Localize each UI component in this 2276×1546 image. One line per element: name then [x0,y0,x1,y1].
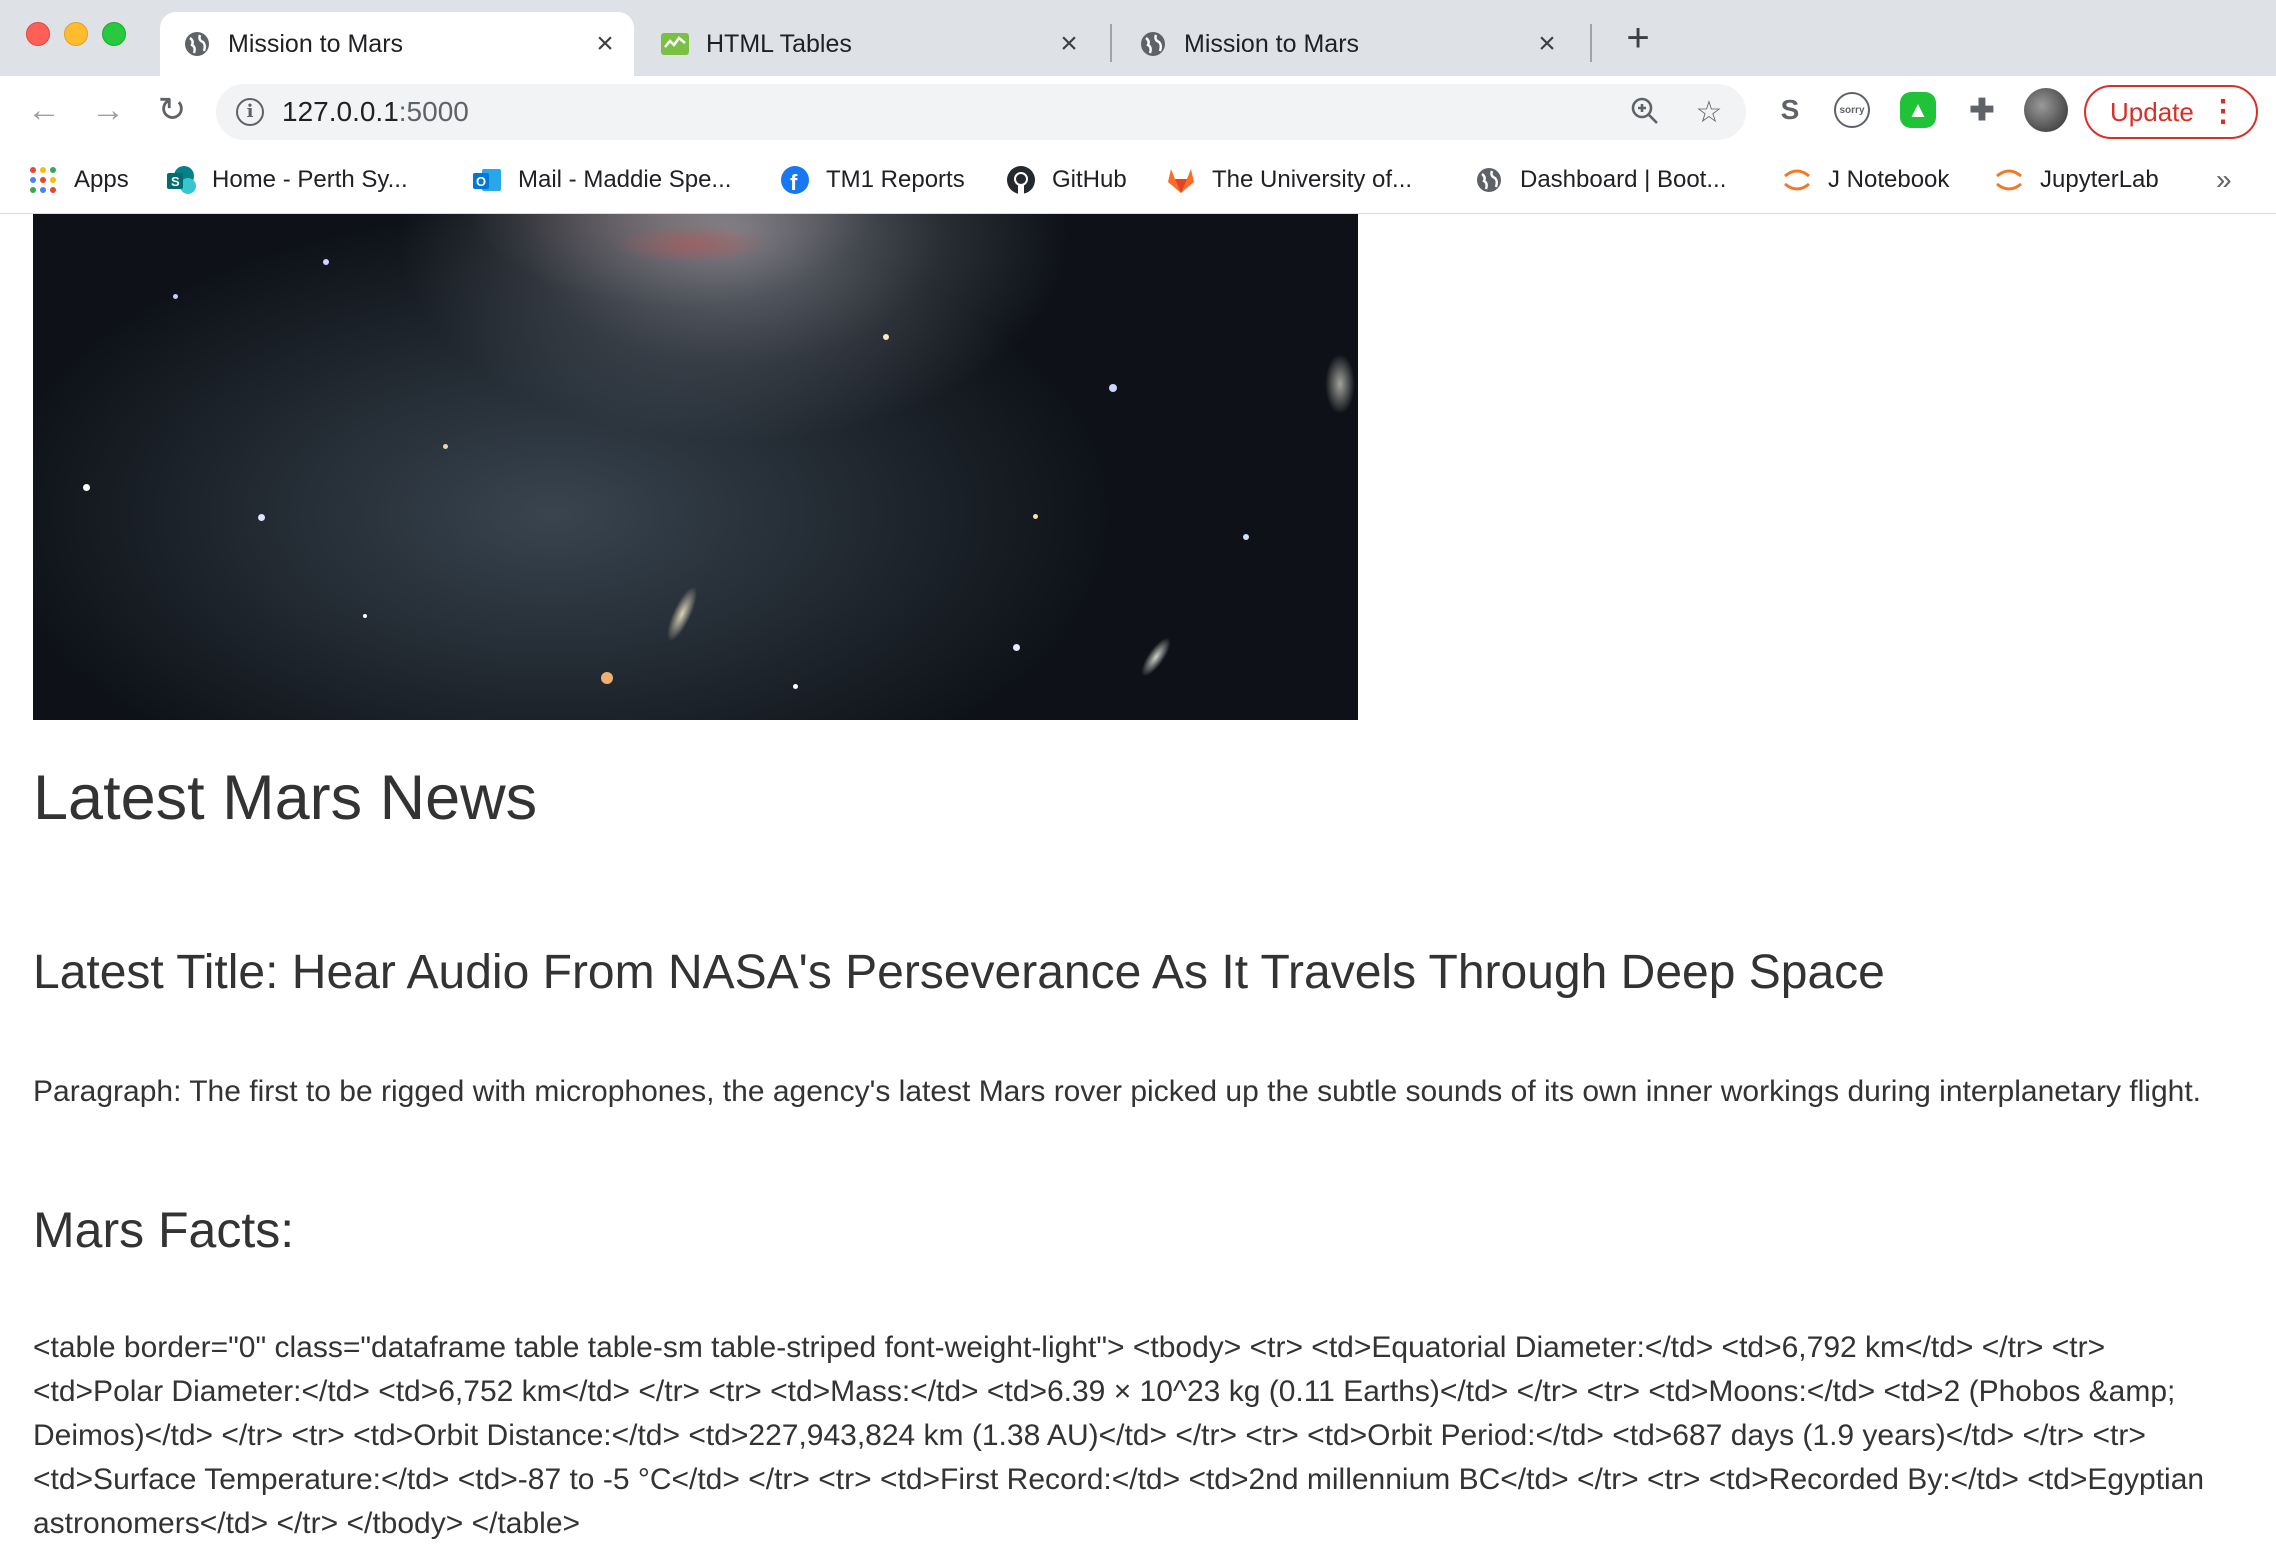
globe-icon [182,29,212,59]
close-tab-icon[interactable]: × [1532,29,1562,59]
tab-strip: Mission to Mars × HTML Tables × Mission … [0,0,2276,76]
address-bar[interactable]: i 127.0.0.1:5000 ☆ [216,84,1746,140]
url-text[interactable]: 127.0.0.1:5000 [282,96,469,128]
close-window-button[interactable] [26,22,50,46]
bookmarks-bar: Apps S Home - Perth Sy... O Mail - Maddi… [0,146,2276,214]
tab-html-tables[interactable]: HTML Tables × [638,12,1098,76]
news-heading: Latest Mars News [33,763,538,833]
bookmark-home-perth[interactable]: S Home - Perth Sy... [166,160,408,200]
update-button[interactable]: Update ⋮ [2084,85,2258,139]
svg-text:O: O [476,174,486,189]
globe-icon [1474,165,1504,195]
sorry-extension-icon[interactable]: sorry [1834,92,1870,128]
forward-arrow-icon[interactable]: → [88,90,128,130]
featured-space-image [33,214,1358,720]
new-tab-button[interactable]: + [1618,18,1658,58]
green-extension-icon[interactable]: ▲ [1900,92,1936,128]
bookmark-star-icon[interactable]: ☆ [1692,96,1726,130]
facebook-icon: f [780,165,810,195]
news-paragraph: Paragraph: The first to be rigged with m… [33,1075,2201,1108]
menu-dots-icon: ⋮ [2208,95,2238,128]
bookmark-university[interactable]: The University of... [1166,160,1412,200]
tab-title: Mission to Mars [1184,29,1360,58]
back-arrow-icon[interactable]: ← [24,90,64,130]
bookmark-mail[interactable]: O Mail - Maddie Spe... [472,160,731,200]
svg-text:f: f [790,170,798,195]
tab-mission-to-mars-2[interactable]: Mission to Mars × [1116,12,1576,76]
minimize-window-button[interactable] [64,22,88,46]
tab-title: Mission to Mars [228,29,404,58]
bookmark-dashboard[interactable]: Dashboard | Boot... [1474,160,1726,200]
bookmark-tm1-reports[interactable]: f TM1 Reports [780,160,965,200]
mars-facts-raw-table-html: <table border="0" class="dataframe table… [33,1331,2205,1540]
tab-separator [1590,24,1592,62]
globe-icon [1138,29,1168,59]
jupyter-icon [1782,165,1812,195]
github-icon [1006,165,1036,195]
page-content: Latest Mars News Latest Title: Hear Audi… [0,214,2276,1546]
html-tables-icon [660,29,690,59]
maximize-window-button[interactable] [102,22,126,46]
bookmark-apps[interactable]: Apps [28,160,129,200]
tab-title: HTML Tables [706,29,852,58]
outlook-icon: O [472,165,502,195]
reload-icon[interactable]: ↻ [152,90,192,130]
bookmark-github[interactable]: GitHub [1006,160,1127,200]
browser-chrome: Mission to Mars × HTML Tables × Mission … [0,0,2276,214]
svg-text:S: S [171,174,180,189]
tab-mission-to-mars[interactable]: Mission to Mars × [160,12,634,76]
close-tab-icon[interactable]: × [1054,29,1084,59]
bookmark-j-notebook[interactable]: J Notebook [1782,160,1949,200]
s-extension-icon[interactable]: S [1772,92,1808,128]
site-info-icon[interactable]: i [236,98,264,126]
profile-avatar[interactable] [2024,88,2068,132]
bookmarks-overflow-chevron-icon[interactable]: » [2216,164,2232,196]
extensions-puzzle-icon[interactable]: ✚ [1964,92,2000,128]
mars-facts-heading: Mars Facts: [33,1202,295,1258]
apps-grid-icon [28,165,58,195]
close-tab-icon[interactable]: × [590,29,620,59]
bookmark-jupyterlab[interactable]: JupyterLab [1994,160,2159,200]
update-label: Update [2110,96,2194,127]
gitlab-icon [1166,165,1196,195]
zoom-icon[interactable] [1628,96,1662,130]
tab-separator [1110,24,1112,62]
jupyter-icon [1994,165,2024,195]
latest-news-title: Latest Title: Hear Audio From NASA's Per… [33,946,1885,999]
sharepoint-icon: S [166,165,196,195]
